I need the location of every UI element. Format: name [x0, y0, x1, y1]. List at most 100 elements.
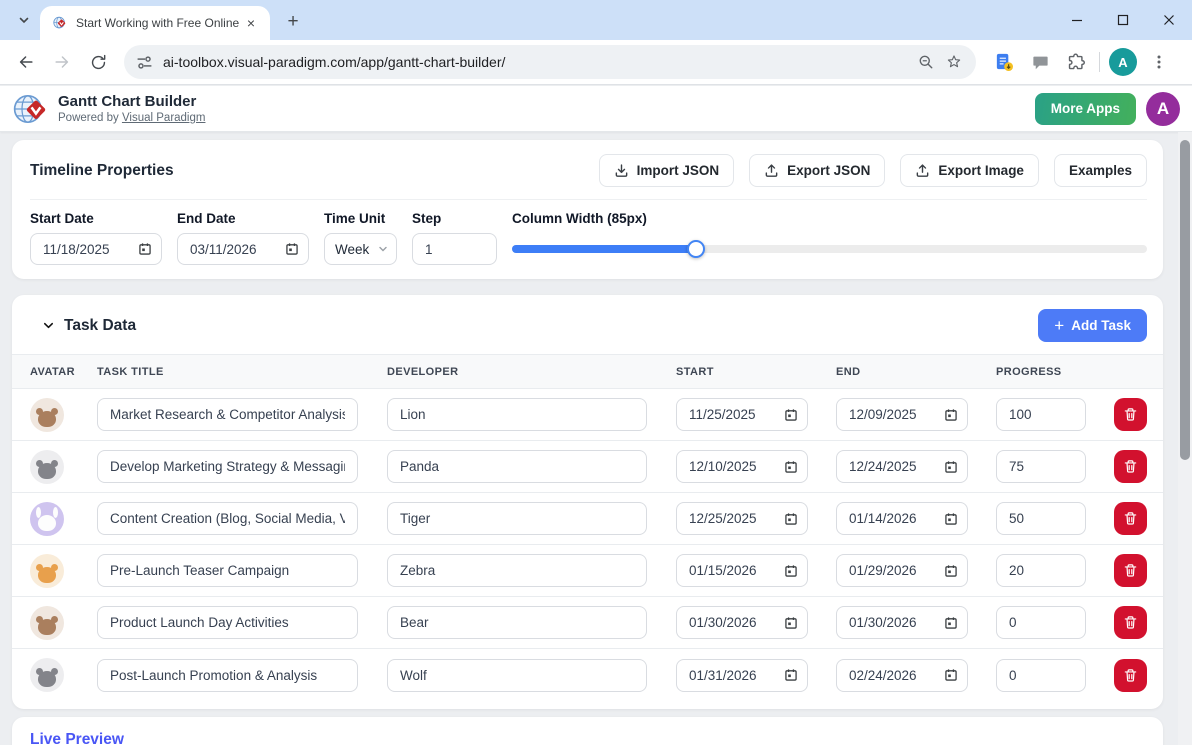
site-settings-icon[interactable] — [136, 54, 153, 71]
time-unit-value: Week — [335, 242, 369, 257]
trash-icon — [1123, 668, 1138, 683]
column-width-slider[interactable] — [512, 233, 1147, 265]
timeline-properties-card: Timeline Properties Import JSON Export J… — [12, 140, 1163, 279]
slider-fill — [512, 245, 696, 253]
zoom-button[interactable] — [912, 48, 940, 76]
back-button[interactable] — [10, 46, 42, 78]
progress-input[interactable] — [996, 502, 1086, 535]
progress-input[interactable] — [996, 398, 1086, 431]
developer-input[interactable] — [387, 554, 647, 587]
chevron-down-icon — [378, 244, 388, 254]
task-start-date-input[interactable] — [676, 659, 808, 692]
export-image-label: Export Image — [938, 163, 1024, 178]
back-arrow-icon — [16, 52, 36, 72]
comment-button[interactable] — [1025, 47, 1055, 77]
browser-menu-button[interactable] — [1144, 47, 1174, 77]
developer-input[interactable] — [387, 450, 647, 483]
task-title-input[interactable] — [97, 398, 358, 431]
start-date-input[interactable] — [30, 233, 162, 265]
reading-list-button[interactable] — [989, 47, 1019, 77]
scrollbar-thumb[interactable] — [1180, 140, 1190, 460]
task-start-date-input[interactable] — [676, 606, 808, 639]
window-close-button[interactable] — [1146, 0, 1192, 40]
avatar — [30, 554, 64, 588]
step-label: Step — [412, 211, 497, 226]
delete-task-button[interactable] — [1114, 502, 1147, 535]
upload-icon — [764, 163, 779, 178]
tab-search-button[interactable] — [10, 8, 38, 32]
task-end-date-input[interactable] — [836, 502, 968, 535]
task-title-input[interactable] — [97, 450, 358, 483]
task-end-date-input[interactable] — [836, 659, 968, 692]
developer-input[interactable] — [387, 659, 647, 692]
add-task-label: Add Task — [1071, 318, 1131, 333]
developer-input[interactable] — [387, 502, 647, 535]
import-json-button[interactable]: Import JSON — [599, 154, 735, 187]
browser-profile-avatar[interactable]: A — [1109, 48, 1137, 76]
new-tab-button[interactable]: + — [280, 9, 306, 35]
delete-task-button[interactable] — [1114, 450, 1147, 483]
reload-button[interactable] — [82, 46, 114, 78]
bookmark-button[interactable] — [940, 48, 968, 76]
task-start-date-input[interactable] — [676, 502, 808, 535]
slider-track[interactable] — [512, 245, 1147, 253]
task-end-date-input[interactable] — [836, 554, 968, 587]
progress-input[interactable] — [996, 659, 1086, 692]
extensions-button[interactable] — [1061, 47, 1091, 77]
window-maximize-button[interactable] — [1100, 0, 1146, 40]
export-json-button[interactable]: Export JSON — [749, 154, 885, 187]
task-end-date-input[interactable] — [836, 606, 968, 639]
developer-input[interactable] — [387, 606, 647, 639]
export-json-label: Export JSON — [787, 163, 870, 178]
task-start-date-input[interactable] — [676, 450, 808, 483]
slider-thumb[interactable] — [687, 240, 705, 258]
add-task-button[interactable]: + Add Task — [1038, 309, 1147, 342]
browser-tab[interactable]: Start Working with Free Online × — [40, 6, 270, 40]
task-title-input[interactable] — [97, 606, 358, 639]
end-date-input[interactable] — [177, 233, 309, 265]
delete-task-button[interactable] — [1114, 606, 1147, 639]
app-title: Gantt Chart Builder — [58, 93, 205, 112]
table-row — [12, 389, 1163, 441]
examples-button[interactable]: Examples — [1054, 154, 1147, 187]
delete-task-button[interactable] — [1114, 398, 1147, 431]
delete-task-button[interactable] — [1114, 554, 1147, 587]
page-scrollbar[interactable] — [1178, 132, 1192, 745]
tab-close-icon[interactable]: × — [242, 14, 260, 32]
task-title-input[interactable] — [97, 554, 358, 587]
forward-button[interactable] — [46, 46, 78, 78]
visual-paradigm-logo-icon — [12, 90, 50, 128]
window-minimize-button[interactable] — [1054, 0, 1100, 40]
timeline-properties-title: Timeline Properties — [30, 162, 174, 180]
column-header-end: END — [836, 366, 996, 378]
progress-input[interactable] — [996, 450, 1086, 483]
task-start-date-input[interactable] — [676, 398, 808, 431]
step-input[interactable] — [412, 233, 497, 265]
task-end-date-input[interactable] — [836, 398, 968, 431]
trash-icon — [1123, 511, 1138, 526]
time-unit-select[interactable]: Week — [324, 233, 397, 265]
task-title-input[interactable] — [97, 502, 358, 535]
more-apps-button[interactable]: More Apps — [1035, 93, 1136, 125]
user-avatar[interactable]: A — [1146, 92, 1180, 126]
task-end-date-input[interactable] — [836, 450, 968, 483]
export-image-button[interactable]: Export Image — [900, 154, 1039, 187]
task-start-date-input[interactable] — [676, 554, 808, 587]
url-text[interactable]: ai-toolbox.visual-paradigm.com/app/gantt… — [163, 54, 912, 70]
forward-arrow-icon — [52, 52, 72, 72]
toolbar-divider — [1099, 52, 1100, 72]
close-icon — [1163, 14, 1175, 26]
visual-paradigm-link[interactable]: Visual Paradigm — [122, 112, 206, 124]
powered-by-text: Powered by — [58, 112, 119, 124]
live-preview-title: Live Preview — [30, 731, 1145, 745]
progress-input[interactable] — [996, 554, 1086, 587]
task-data-collapse-toggle[interactable]: Task Data — [42, 317, 136, 335]
trash-icon — [1123, 615, 1138, 630]
task-title-input[interactable] — [97, 659, 358, 692]
visual-paradigm-favicon-icon — [52, 15, 68, 31]
developer-input[interactable] — [387, 398, 647, 431]
table-row — [12, 545, 1163, 597]
progress-input[interactable] — [996, 606, 1086, 639]
address-bar[interactable]: ai-toolbox.visual-paradigm.com/app/gantt… — [124, 45, 976, 79]
delete-task-button[interactable] — [1114, 659, 1147, 692]
